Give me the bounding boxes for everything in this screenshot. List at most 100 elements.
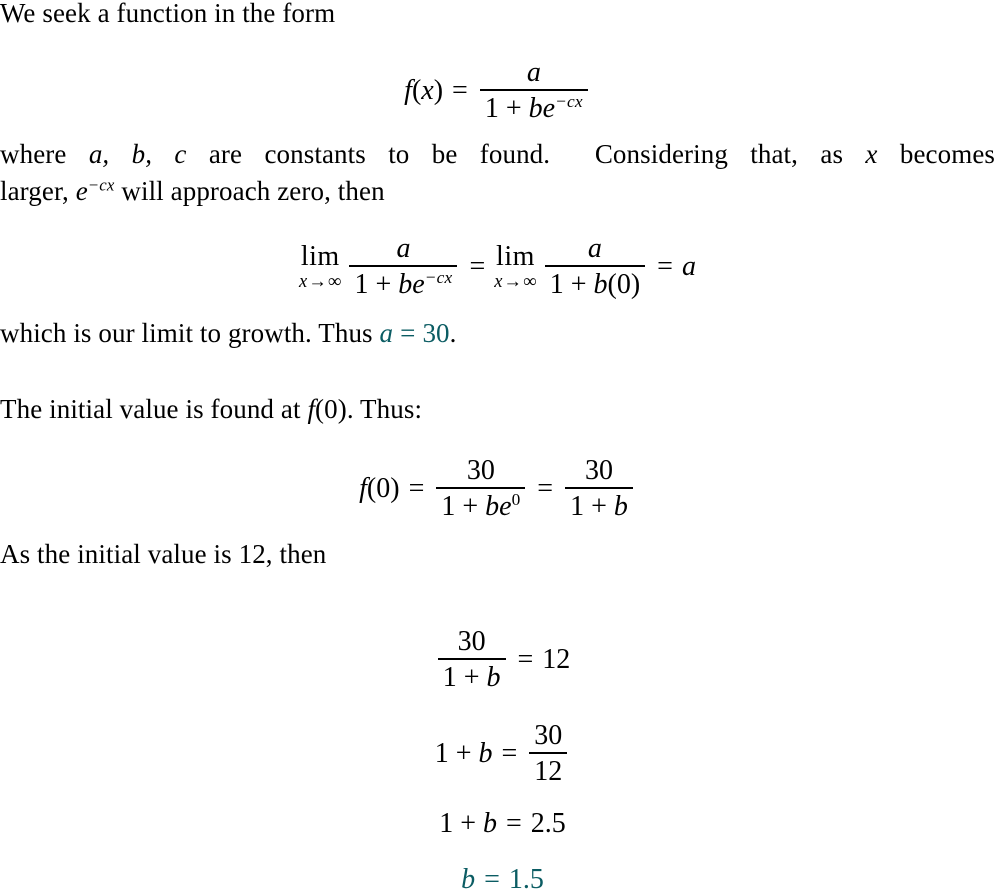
plus-sign: + [505,92,522,124]
denominator-one: 1 [570,490,585,522]
equals-sign: = [501,737,518,769]
paragraph-initial-twelve-line: As the initial value is 12, then [0,539,327,569]
fraction-denominator: 1 + be−cx [349,267,457,300]
exponent-minus-cx: −cx [424,267,453,287]
constant-b: b [483,808,497,839]
euler-e-inline: e [75,176,88,207]
equation-logistic-form: f(x) = a 1 + be−cx [0,58,995,123]
fraction-denominator: 12 [534,755,563,787]
paragraph-initial-twelve: As the initial value is 12, then [0,541,995,568]
denominator-one: 1 [441,490,456,522]
constant-b: b [398,268,413,300]
result-a-value: a = 30 [380,318,450,348]
paragraph-constants: where a, b, c are constants to be found.… [0,136,995,211]
text-where: where [0,139,89,169]
constant-b: b [593,268,608,300]
variable-x-inline: x [865,139,878,169]
arrow-icon: → [308,270,328,291]
value-30: 30 [422,318,450,348]
plus-sign: + [375,268,392,300]
equals-sign-1: = [408,472,425,504]
plus-sign: + [460,808,476,839]
equals-sign-2: = [537,472,554,504]
fraction-a-over-one-plus-be: a 1 + be−cx [479,57,588,124]
exponent-minus-cx: −cx [555,91,583,111]
equation-row: 1 + b = 30 12 [435,721,571,786]
equation-solve-step-1: 30 1 + b = 12 [0,627,995,692]
text-are-constants: are constants to be found. [186,139,551,169]
zero-argument: (0) [607,268,641,300]
limit-result-a: a [681,250,696,282]
fraction-limit-2: a 1 + b(0) [544,233,646,300]
equation-result-b: b = 1.5 [0,866,995,894]
fraction-30-over-one-plus-b: 30 1 + b [437,626,506,693]
constants-list: a, b, c [88,139,187,169]
function-symbol-f: f [307,394,316,424]
lhs-one: 1 [434,737,449,769]
paragraph-initial-value-line: The initial value is found at f(0). Thus… [0,396,995,423]
fraction-30-over-one-plus-be0: 30 1 + be0 [436,455,526,522]
equation-row: lim x→∞ a 1 + be−cx = lim x→∞ a 1 + b(0) = a [299,233,696,300]
exponent-minus-cx-inline: −cx [87,175,115,195]
equals-sign: = [506,808,522,839]
paren-close: ) [433,74,444,106]
text-considering: Considering that, as [594,139,866,169]
fraction-numerator: a [526,57,541,88]
limit-operator-2: lim x→∞ [494,240,537,291]
plus-sign: + [570,268,587,300]
euler-e: e [542,92,556,124]
fraction-numerator: 30 [457,626,486,657]
paragraph-limit-growth: which is our limit to growth. Thus a = 30. [0,320,995,347]
text-initial-value: The initial value is found at [0,394,308,424]
fraction-numerator: a [587,233,602,264]
plus-sign: + [455,737,472,769]
paragraph-constants-line-1: where a, b, c are constants to be found.… [0,136,995,173]
arrow-icon: → [503,270,523,291]
euler-e: e [412,268,425,300]
constant-b: b [613,490,628,522]
fraction-denominator: 1 + b [565,489,633,522]
paragraph-intro-line: We seek a function in the form [0,0,336,28]
paren-open: ( [411,74,422,106]
fraction-30-over-one-plus-b: 30 1 + b [565,456,633,521]
denominator-one: 1 [354,268,369,300]
text-larger: larger, [0,176,76,207]
function-symbol-f: f [359,472,367,504]
paragraph-intro: We seek a function in the form [0,0,995,27]
limit-label: lim [496,240,535,272]
limit-target-infinity: ∞ [523,270,537,291]
equation-limit-chain: lim x→∞ a 1 + be−cx = lim x→∞ a 1 + b(0) = a [0,233,995,300]
f-argument-zero: (0) [366,472,400,504]
denominator-one: 1 [484,92,499,124]
equals-sign-2: = [657,250,673,282]
limit-target-infinity: ∞ [328,270,342,291]
plus-sign: + [591,490,607,522]
limit-var: x [494,270,503,291]
denominator-one: 1 [549,268,564,300]
fraction-numerator: 30 [584,455,613,486]
paragraph-limit-growth-line: which is our limit to growth. Thus a = 30. [0,320,995,347]
function-symbol-f: f [404,74,412,106]
equation-row: 30 1 + b = 12 [435,626,570,693]
exponent-zero: 0 [511,489,521,509]
constant-a: a [379,318,394,348]
equals-sign-1: = [469,250,486,282]
denominator-one: 1 [442,661,457,693]
equation-initial-value: f (0) = 30 1 + be0 = 30 1 + b [0,456,995,521]
constant-b: b [478,737,493,769]
limit-label: lim [300,240,340,272]
variable-x: x [421,74,434,106]
text-which-is-limit: which is our limit to growth. Thus [0,318,380,348]
equals-sign: = [400,318,416,348]
fraction-numerator: a [396,233,411,264]
text-approach-zero: will approach zero, then [114,176,385,207]
fraction-numerator: 30 [466,455,495,486]
value-1-point-5: 1.5 [508,864,544,895]
constant-b: b [528,92,543,124]
fraction-30-over-12: 30 12 [529,720,568,787]
fraction-denominator: 1 + be−cx [480,91,588,124]
fraction-numerator: 30 [534,720,563,751]
equation-solve-step-2: 1 + b = 30 12 [0,721,995,786]
paragraph-initial-value: The initial value is found at f(0). Thus… [0,396,995,423]
euler-e: e [499,490,512,522]
